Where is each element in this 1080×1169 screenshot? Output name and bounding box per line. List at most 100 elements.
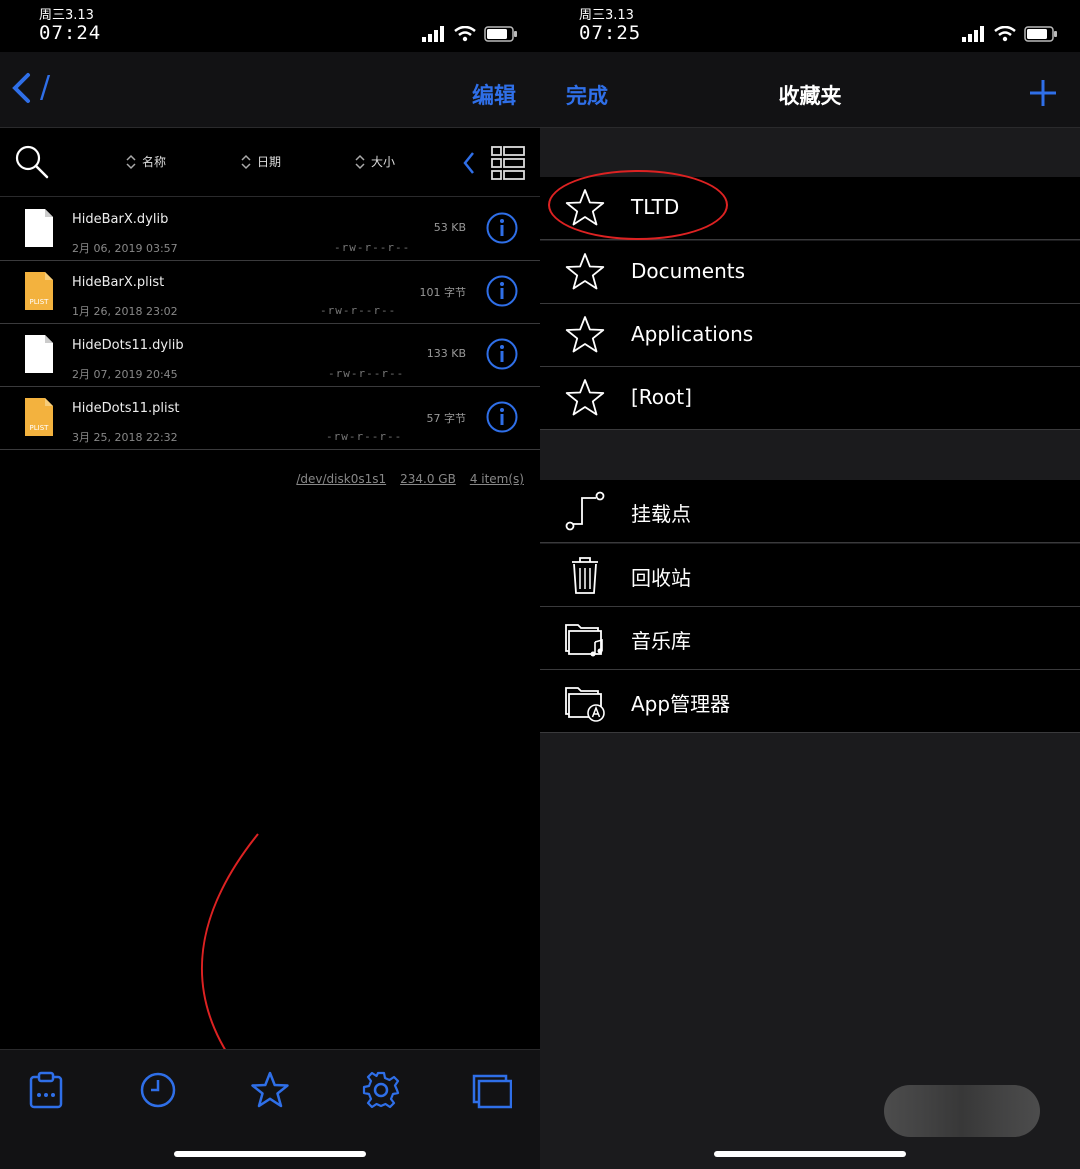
trash-icon [572, 557, 598, 594]
sort-by-name[interactable]: 名称 [126, 153, 166, 170]
add-icon[interactable] [1028, 78, 1058, 108]
sort-date-label: 日期 [257, 155, 282, 169]
favorite-item[interactable]: [Root] [540, 367, 1080, 430]
file-name: HideBarX.plist [72, 275, 165, 290]
sort-by-date[interactable]: 日期 [241, 153, 281, 170]
status-bar: 周三3.13 07:24 [0, 0, 540, 52]
sort-arrows-icon [241, 154, 251, 169]
plist-badge-text: PLIST [30, 424, 50, 432]
plist-badge-text: PLIST [30, 298, 50, 306]
place-item-mount-point[interactable]: 挂载点 [540, 480, 1080, 543]
info-icon[interactable] [486, 338, 518, 370]
windows-icon[interactable] [472, 1070, 512, 1110]
battery-icon [1024, 26, 1057, 42]
file-size: 57 字节 [426, 412, 467, 425]
file-icon [25, 335, 53, 373]
disk-capacity-link[interactable]: 234.0 GB [400, 472, 456, 486]
signal-icon [962, 26, 984, 42]
annotation-arrow [200, 833, 259, 1072]
status-date: 周三3.13 [39, 8, 94, 23]
sort-arrows-icon [355, 154, 365, 169]
sort-name-label: 名称 [142, 155, 167, 169]
navigation-bar: / 编辑 [0, 52, 540, 128]
signal-icon [422, 26, 444, 42]
info-icon[interactable] [486, 275, 518, 307]
status-bar: 周三3.13 07:25 [540, 0, 1080, 52]
gear-icon[interactable] [361, 1070, 401, 1110]
section-spacer [540, 430, 1080, 480]
file-permissions: -rw-r--r-- [326, 430, 403, 443]
app-folder-icon [565, 687, 605, 722]
home-indicator [714, 1151, 906, 1157]
star-icon[interactable] [250, 1070, 290, 1110]
page-title: 收藏夹 [778, 84, 842, 108]
blurred-watermark [884, 1085, 1040, 1137]
favorite-label: [Root] [631, 385, 692, 409]
file-permissions: -rw-r--r-- [334, 241, 411, 254]
info-icon[interactable] [486, 212, 518, 244]
annotation-circle [548, 170, 728, 240]
favorite-label: Applications [631, 322, 754, 346]
current-path: / [40, 70, 51, 105]
chevron-left-icon [12, 73, 30, 103]
place-item-trash[interactable]: 回收站 [540, 544, 1080, 607]
disk-info: /dev/disk0s1s1 234.0 GB 4 item(s) [296, 472, 524, 486]
favorite-item[interactable]: Applications [540, 304, 1080, 367]
info-icon[interactable] [486, 401, 518, 433]
file-name: HideDots11.dylib [72, 338, 184, 353]
favorites-screen: 周三3.13 07:25 收藏夹 完成 TLTD Documents Appli… [540, 0, 1080, 1169]
search-icon[interactable] [14, 144, 50, 180]
sort-by-size[interactable]: 大小 [355, 153, 395, 170]
plist-icon: PLIST [25, 398, 53, 436]
place-item-app-manager[interactable]: App管理器 [540, 670, 1080, 733]
star-icon [565, 379, 605, 416]
file-date: 3月 25, 2018 22:32 [72, 431, 178, 444]
place-label: 音乐库 [631, 629, 691, 653]
item-count-link[interactable]: 4 item(s) [470, 472, 524, 486]
battery-icon [484, 26, 517, 42]
status-date: 周三3.13 [579, 8, 634, 23]
file-date: 1月 26, 2018 23:02 [72, 305, 178, 318]
back-button[interactable]: / [10, 72, 50, 104]
file-name: HideBarX.dylib [72, 212, 169, 227]
star-icon [565, 253, 605, 290]
file-date: 2月 06, 2019 03:57 [72, 242, 178, 255]
favorite-item[interactable]: Documents [540, 241, 1080, 304]
file-size: 53 KB [433, 221, 466, 234]
status-icons [422, 24, 518, 44]
file-permissions: -rw-r--r-- [320, 304, 397, 317]
tab-bar [0, 1049, 540, 1169]
chevron-left-icon[interactable] [462, 151, 476, 175]
disk-path-link[interactable]: /dev/disk0s1s1 [296, 472, 386, 486]
plist-icon: PLIST [25, 272, 53, 310]
status-time: 07:25 [579, 22, 642, 44]
file-browser-screen: 周三3.13 07:24 / 编辑 名称 日期 大小 HideBarX.dyli… [0, 0, 540, 1169]
file-date: 2月 07, 2019 20:45 [72, 368, 178, 381]
file-row[interactable]: HideDots11.dylib 2月 07, 2019 20:45 133 K… [0, 324, 540, 387]
file-row[interactable]: PLIST HideDots11.plist 3月 25, 2018 22:32… [0, 387, 540, 450]
wifi-icon [994, 26, 1016, 42]
navigation-bar: 收藏夹 完成 [540, 52, 1080, 128]
done-button[interactable]: 完成 [566, 80, 608, 110]
clock-icon[interactable] [138, 1070, 178, 1110]
sort-arrows-icon [126, 154, 136, 169]
mount-point-icon [565, 491, 605, 531]
list-view-icon[interactable] [490, 145, 526, 181]
home-indicator [174, 1151, 366, 1157]
place-label: App管理器 [631, 692, 731, 716]
clipboard-icon[interactable] [26, 1070, 66, 1110]
file-row[interactable]: HideBarX.dylib 2月 06, 2019 03:57 53 KB -… [0, 198, 540, 261]
file-size: 101 字节 [419, 286, 467, 299]
sort-bar: 名称 日期 大小 [0, 129, 540, 197]
file-icon [25, 209, 53, 247]
place-label: 挂载点 [631, 502, 691, 526]
file-size: 133 KB [426, 347, 466, 360]
place-label: 回收站 [631, 566, 691, 590]
file-name: HideDots11.plist [72, 401, 180, 416]
sort-size-label: 大小 [371, 155, 396, 169]
place-item-music[interactable]: 音乐库 [540, 607, 1080, 670]
status-icons [962, 24, 1058, 44]
edit-button[interactable]: 编辑 [472, 78, 516, 110]
music-folder-icon [565, 624, 603, 657]
file-row[interactable]: PLIST HideBarX.plist 1月 26, 2018 23:02 1… [0, 261, 540, 324]
